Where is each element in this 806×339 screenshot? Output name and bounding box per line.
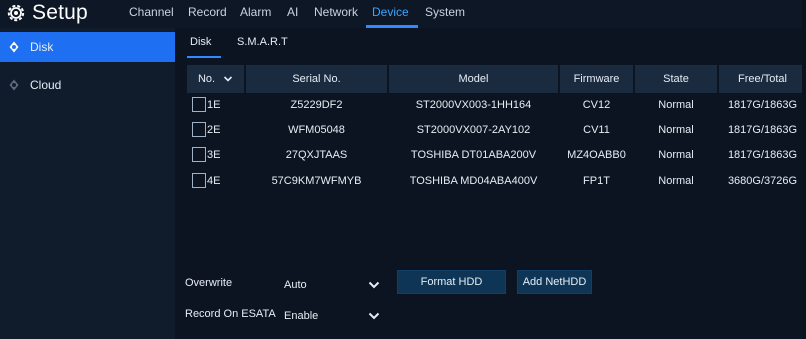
state-cell: Normal (658, 175, 694, 187)
state-cell: Normal (658, 149, 694, 161)
serial-cell: WFM05048 (288, 124, 345, 136)
nav-record[interactable]: Record (188, 5, 227, 19)
table-row: 1E Z5229DF2 ST2000VX003-1HH164 CV12 Norm… (187, 93, 806, 117)
overwrite-select[interactable]: Auto (284, 279, 307, 291)
firmware-cell: FP1T (583, 175, 610, 187)
nav-network[interactable]: Network (314, 5, 358, 19)
column-header-state: State (635, 65, 717, 93)
disk-number: 3E (207, 149, 221, 161)
model-cell: ST2000VX007-2AY102 (416, 124, 531, 136)
model-cell: TOSHIBA MD04ABA400V (409, 175, 538, 187)
nav-channel[interactable]: Channel (129, 5, 174, 19)
top-header: Setup Channel Record Alarm AI Network De… (0, 0, 806, 28)
sidebar: Disk Cloud (0, 28, 175, 339)
overwrite-label: Overwrite (185, 277, 233, 289)
table-row: 2E WFM05048 ST2000VX007-2AY102 CV11 Norm… (187, 118, 806, 142)
free-total-cell: 1817G/1863G (727, 149, 798, 161)
firmware-cell: MZ4OABB0 (567, 149, 626, 161)
serial-cell: 57C9KM7WFMYB (271, 175, 362, 187)
chevron-down-icon[interactable] (368, 280, 380, 290)
state-cell: Normal (658, 124, 694, 136)
chevron-down-icon[interactable] (368, 311, 380, 321)
state-cell: Normal (658, 99, 694, 111)
free-total-cell: 1817G/1863G (727, 124, 798, 136)
subtab-disk[interactable]: Disk (190, 36, 211, 48)
serial-cell: Z5229DF2 (290, 99, 343, 111)
nav-device[interactable]: Device (372, 5, 409, 19)
row-checkbox[interactable] (192, 147, 206, 162)
nav-system[interactable]: System (425, 5, 465, 19)
cloud-icon (9, 79, 19, 91)
disk-number: 4E (207, 175, 221, 187)
row-checkbox[interactable] (192, 122, 206, 137)
right-edge (802, 0, 806, 339)
model-cell: TOSHIBA DT01ABA200V (410, 149, 537, 161)
row-checkbox[interactable] (192, 97, 206, 112)
column-header-model: Model (389, 65, 558, 93)
column-header-no[interactable]: No. (187, 65, 244, 93)
disk-number: 1E (207, 99, 221, 111)
column-header-free-total: Free/Total (719, 65, 806, 93)
firmware-cell: CV11 (583, 124, 610, 136)
record-on-esata-label: Record On ESATA (185, 308, 276, 320)
esata-select[interactable]: Enable (284, 310, 318, 322)
main-panel: Disk S.M.A.R.T No. Serial No. Model Firm… (175, 28, 806, 339)
nav-ai[interactable]: AI (287, 5, 298, 19)
firmware-cell: CV12 (582, 99, 611, 111)
setup-window: Setup Channel Record Alarm AI Network De… (0, 0, 806, 339)
nav-alarm[interactable]: Alarm (240, 5, 271, 19)
sidebar-item-disk[interactable]: Disk (0, 32, 175, 62)
subtab-smart[interactable]: S.M.A.R.T (237, 36, 288, 48)
sidebar-item-label: Cloud (30, 78, 62, 92)
active-subtab-indicator (187, 56, 221, 58)
table-header: No. Serial No. Model Firmware State Free… (187, 65, 806, 93)
add-nethdd-button[interactable]: Add NetHDD (517, 270, 592, 294)
table-row: 3E 27QXJTAAS TOSHIBA DT01ABA200V MZ4OABB… (187, 143, 806, 167)
sidebar-item-cloud[interactable]: Cloud (0, 70, 175, 100)
sidebar-item-label: Disk (30, 40, 54, 54)
disk-number: 2E (207, 124, 221, 136)
column-header-firmware: Firmware (560, 65, 633, 93)
page-title: Setup (32, 1, 88, 24)
gear-icon (7, 4, 25, 22)
table-row: 4E 57C9KM7WFMYB TOSHIBA MD04ABA400V FP1T… (187, 169, 806, 193)
free-total-cell: 3680G/3726G (727, 175, 798, 187)
format-hdd-button[interactable]: Format HDD (397, 270, 506, 294)
column-header-serial: Serial No. (246, 65, 387, 93)
serial-cell: 27QXJTAAS (285, 149, 348, 161)
model-cell: ST2000VX003-1HH164 (415, 99, 532, 111)
chevron-down-icon (223, 76, 233, 82)
disk-icon (9, 41, 19, 53)
free-total-cell: 1817G/1863G (727, 99, 798, 111)
row-checkbox[interactable] (192, 173, 206, 188)
